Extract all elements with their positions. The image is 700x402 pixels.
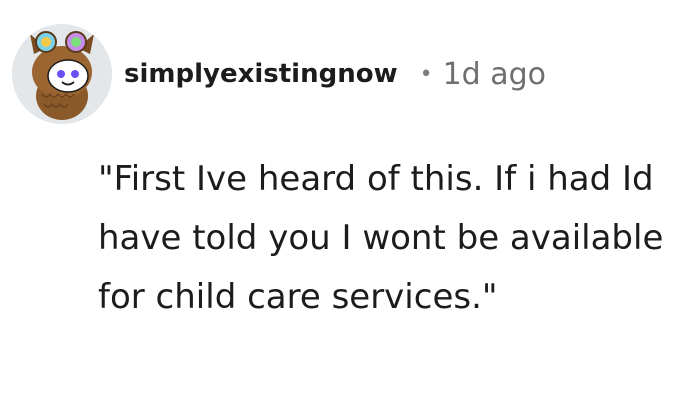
user-avatar[interactable] — [12, 24, 112, 124]
comment-header: simplyexistingnow • 1d ago — [12, 22, 546, 126]
username-link[interactable]: simplyexistingnow — [124, 59, 398, 89]
comment-body: "First Ive heard of this. If i had Id ha… — [98, 159, 664, 317]
comment-timestamp[interactable]: 1d ago — [443, 57, 546, 92]
snoo-owl-avatar-icon — [12, 24, 112, 124]
separator-dot: • — [419, 61, 433, 87]
comment-card: simplyexistingnow • 1d ago "First Ive he… — [0, 0, 700, 402]
